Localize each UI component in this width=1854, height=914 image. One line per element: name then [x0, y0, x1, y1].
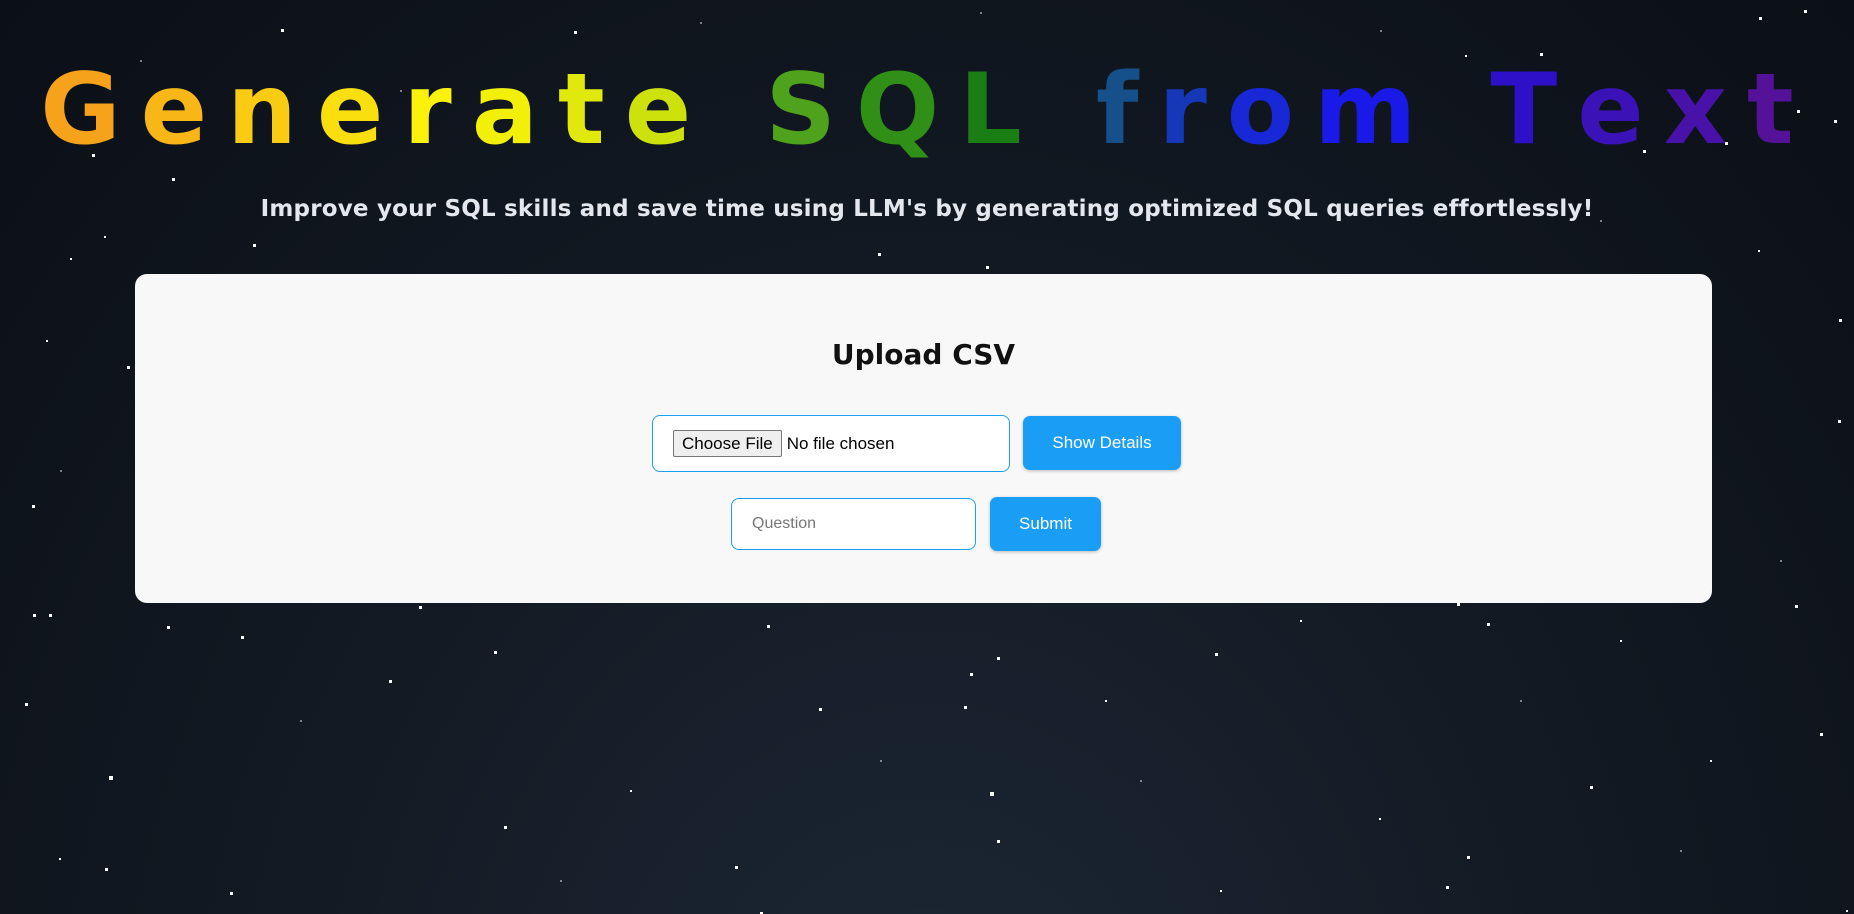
file-status-text: No file chosen	[786, 433, 895, 453]
question-input[interactable]	[731, 498, 976, 550]
title-word: Generate	[40, 52, 711, 170]
title-letter: f	[1095, 53, 1159, 167]
title-space	[1042, 52, 1096, 170]
title-letter: Q	[855, 53, 960, 167]
page-title: Generate SQL from Text	[0, 52, 1854, 170]
choose-file-button[interactable]: Choose File	[673, 430, 782, 457]
title-letter: a	[471, 53, 558, 167]
title-letter: e	[316, 53, 404, 167]
title-letter: r	[1158, 53, 1227, 167]
title-space	[711, 52, 765, 170]
title-space	[1436, 52, 1490, 170]
title-word: from	[1096, 52, 1436, 170]
title-letter: T	[1490, 53, 1578, 167]
title-letter: o	[1226, 53, 1315, 167]
upload-heading: Upload CSV	[831, 338, 1016, 371]
title-letter: G	[40, 53, 141, 167]
title-letter: e	[1577, 53, 1664, 167]
title-letter: t	[1746, 53, 1814, 167]
title-letter: e	[140, 53, 228, 167]
title-letter: S	[765, 53, 856, 167]
submit-button[interactable]: Submit	[990, 497, 1101, 551]
title-letter: e	[624, 53, 712, 167]
title-letter: x	[1663, 53, 1747, 167]
show-details-button[interactable]: Show Details	[1023, 416, 1181, 470]
csv-file-input[interactable]: Choose File No file chosen	[652, 415, 1010, 472]
title-word: SQL	[765, 52, 1041, 170]
title-letter: L	[959, 53, 1042, 167]
title-letter: t	[557, 53, 625, 167]
title-letter: n	[227, 53, 317, 167]
title-word: Text	[1490, 52, 1813, 170]
title-letter: m	[1314, 53, 1437, 167]
page-subtitle: Improve your SQL skills and save time us…	[260, 196, 1594, 222]
title-letter: r	[403, 53, 472, 167]
upload-card: Upload CSV Choose File No file chosen Sh…	[135, 274, 1712, 603]
